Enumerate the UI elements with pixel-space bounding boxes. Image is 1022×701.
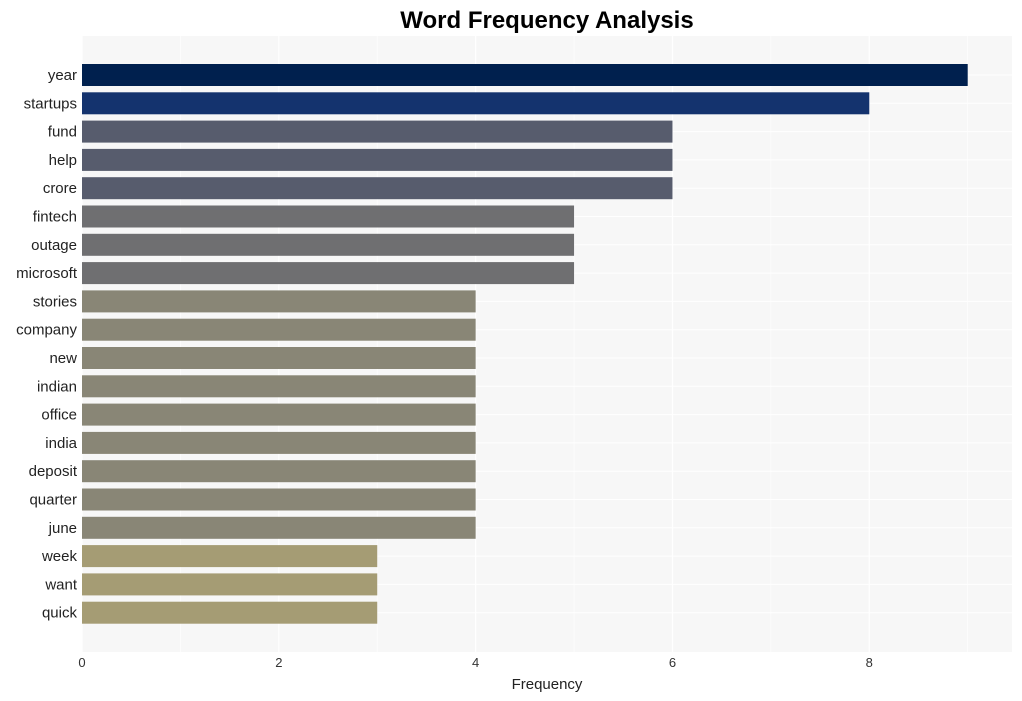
x-axis-label: Frequency (512, 676, 583, 693)
bar-want (82, 573, 378, 596)
bar-quarter (82, 488, 476, 511)
y-label-company: company (16, 322, 77, 339)
y-label-outage: outage (31, 237, 77, 254)
bar-year (82, 64, 968, 86)
x-axis-ticks: 0 2 4 6 8 (78, 655, 873, 670)
word-frequency-chart: Word Frequency Analysis year startups fund… (16, 7, 1012, 693)
y-label-help: help (49, 152, 77, 169)
y-label-fintech: fintech (33, 209, 77, 226)
y-label-new: new (49, 350, 77, 367)
y-label-office: office (41, 407, 77, 424)
bar-company (82, 318, 476, 341)
y-label-want: want (44, 576, 78, 593)
y-label-microsoft: microsoft (16, 265, 78, 282)
bar-deposit (82, 460, 476, 483)
y-label-startups: startups (24, 95, 77, 112)
bar-fintech (82, 205, 575, 228)
bar-stories (82, 290, 476, 313)
bar-new (82, 347, 476, 369)
bar-week (82, 545, 378, 568)
y-label-stories: stories (33, 293, 77, 310)
bar-indian (82, 375, 476, 398)
y-label-india: india (45, 435, 77, 452)
x-tick-label: 6 (669, 655, 676, 670)
y-label-year: year (48, 67, 77, 84)
bar-outage (82, 233, 575, 256)
y-label-crore: crore (43, 180, 77, 197)
bar-office (82, 403, 476, 426)
bar-june (82, 516, 476, 539)
bar-crore (82, 177, 673, 200)
x-tick-label: 0 (78, 655, 85, 670)
y-label-quarter: quarter (29, 492, 77, 509)
chart-title: Word Frequency Analysis (400, 7, 693, 34)
y-label-week: week (41, 548, 78, 565)
bar-help (82, 148, 673, 171)
y-label-deposit: deposit (29, 463, 78, 480)
x-tick-label: 4 (472, 655, 479, 670)
bar-microsoft (82, 262, 575, 285)
y-label-june: june (48, 520, 77, 537)
y-label-quick: quick (42, 605, 78, 622)
y-label-indian: indian (37, 378, 77, 395)
y-axis-labels: year startups fund help crore fintech outage mi… (16, 67, 78, 622)
bar-india (82, 431, 476, 454)
bar-startups (82, 92, 870, 115)
bar-fund (82, 120, 673, 143)
y-label-fund: fund (48, 124, 77, 141)
bar-quick (82, 601, 378, 624)
x-tick-label: 2 (275, 655, 282, 670)
x-tick-label: 8 (866, 655, 873, 670)
